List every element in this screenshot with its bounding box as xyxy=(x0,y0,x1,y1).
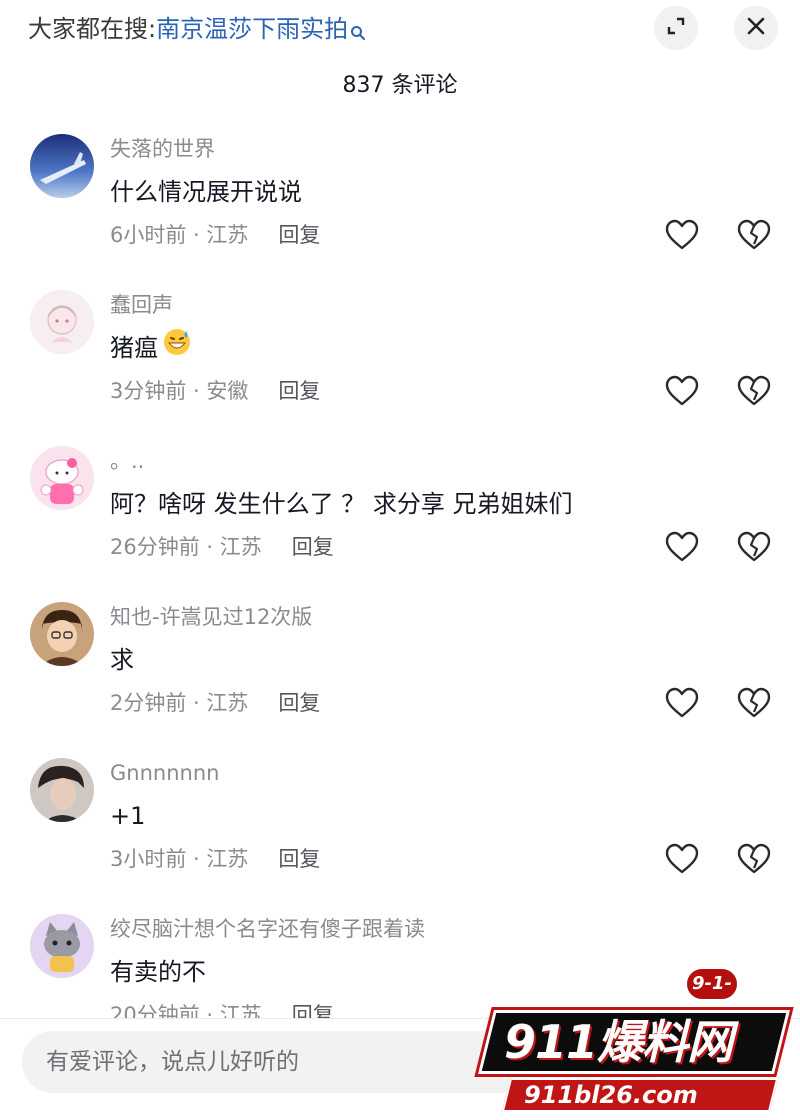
comment-text: +1 xyxy=(110,802,146,830)
search-suggestion[interactable]: 大家都在搜:南京温莎下雨实拍 xyxy=(28,12,366,50)
like-icon[interactable] xyxy=(664,530,700,564)
comment-username[interactable]: 蠢回声 xyxy=(110,290,173,320)
comment-text: 什么情况展开说说 xyxy=(110,178,302,206)
reply-button[interactable]: 回复 xyxy=(278,691,320,715)
comment-count: 837 条评论 xyxy=(342,73,458,98)
comment-time-location: 3分钟前 · 安徽 xyxy=(110,379,249,403)
gray-cat-avatar[interactable] xyxy=(30,914,94,978)
site-watermark: 9-1-1 911爆料网 911bl26.com xyxy=(462,966,798,1116)
search-suggestion-term[interactable]: 南京温莎下雨实拍 xyxy=(156,15,348,43)
reply-button[interactable]: 回复 xyxy=(292,1003,334,1018)
reply-button[interactable]: 回复 xyxy=(278,379,320,403)
search-suggestion-prefix: 大家都在搜: xyxy=(28,15,157,43)
like-icon[interactable] xyxy=(664,842,700,876)
comment-text: 猪瘟 xyxy=(110,327,192,367)
comment-item: 蠢回声 猪瘟 3分钟前 · 安徽 回复 xyxy=(0,282,800,438)
comment-time-location: 6小时前 · 江苏 xyxy=(110,223,249,247)
watermark-badge: 9-1-1 xyxy=(684,966,740,1024)
comment-meta: 3分钟前 · 安徽 回复 xyxy=(110,376,320,406)
top-bar: 大家都在搜:南京温莎下雨实拍 xyxy=(0,0,800,58)
comment-meta: 6小时前 · 江苏 回复 xyxy=(110,220,320,250)
close-button[interactable] xyxy=(734,6,778,50)
like-icon[interactable] xyxy=(664,374,700,408)
comment-list: 失落的世界 什么情况展开说说 6小时前 · 江苏 回复 蠢回声 猪瘟 3分钟前 ·… xyxy=(0,126,800,1018)
dislike-icon[interactable] xyxy=(736,530,772,564)
cartoon-boy-avatar[interactable] xyxy=(30,602,94,666)
comment-item: 知也-许嵩见过12次版 求 2分钟前 · 江苏 回复 xyxy=(0,594,800,750)
comment-username[interactable]: Gnnnnnnn xyxy=(110,758,219,788)
comment-time-location: 3小时前 · 江苏 xyxy=(110,847,249,871)
dislike-icon[interactable] xyxy=(736,842,772,876)
reply-button[interactable]: 回复 xyxy=(278,223,320,247)
comment-username[interactable]: 绞尽脑汁想个名字还有傻子跟着读 xyxy=(110,914,425,944)
comment-meta: 20分钟前 · 江苏 回复 xyxy=(110,1000,334,1018)
comment-text: 求 xyxy=(110,646,134,674)
comment-meta: 26分钟前 · 江苏 回复 xyxy=(110,532,334,562)
comment-item: Gnnnnnnn +1 3小时前 · 江苏 回复 xyxy=(0,750,800,906)
comment-time-location: 26分钟前 · 江苏 xyxy=(110,535,262,559)
watermark-title: 911爆料网 xyxy=(504,1015,733,1069)
grinning-sweat-emoji xyxy=(162,327,192,367)
comment-text: 阿？啥呀 发生什么了 ？ 求分享 兄弟姐妹们 xyxy=(110,490,573,518)
comment-username[interactable]: 失落的世界 xyxy=(110,134,215,164)
close-icon xyxy=(745,15,767,41)
like-icon[interactable] xyxy=(664,218,700,252)
comment-time-location: 2分钟前 · 江苏 xyxy=(110,691,249,715)
comment-username[interactable]: 知也-许嵩见过12次版 xyxy=(110,602,312,632)
comment-meta: 3小时前 · 江苏 回复 xyxy=(110,844,320,874)
search-icon[interactable] xyxy=(350,16,366,50)
dislike-icon[interactable] xyxy=(736,218,772,252)
anime-girl-avatar[interactable] xyxy=(30,290,94,354)
dislike-icon[interactable] xyxy=(736,374,772,408)
dislike-icon[interactable] xyxy=(736,686,772,720)
comment-time-location: 20分钟前 · 江苏 xyxy=(110,1003,262,1018)
watermark-url: 911bl26.com xyxy=(524,1081,698,1109)
like-icon[interactable] xyxy=(664,686,700,720)
reply-button[interactable]: 回复 xyxy=(292,535,334,559)
comment-item: 。.. 阿？啥呀 发生什么了 ？ 求分享 兄弟姐妹们 26分钟前 · 江苏 回复 xyxy=(0,438,800,594)
reply-button[interactable]: 回复 xyxy=(278,847,320,871)
hello-kitty-avatar[interactable] xyxy=(30,446,94,510)
comment-text: 有卖的不 xyxy=(110,958,206,986)
airplane-wing-avatar[interactable] xyxy=(30,134,94,198)
comment-username[interactable]: 。.. xyxy=(110,446,144,476)
comment-meta: 2分钟前 · 江苏 回复 xyxy=(110,688,320,718)
person-photo-avatar[interactable] xyxy=(30,758,94,822)
expand-button[interactable] xyxy=(654,6,698,50)
comment-item: 失落的世界 什么情况展开说说 6小时前 · 江苏 回复 xyxy=(0,126,800,282)
expand-icon xyxy=(665,15,687,41)
comment-text-content: 猪瘟 xyxy=(110,334,158,362)
